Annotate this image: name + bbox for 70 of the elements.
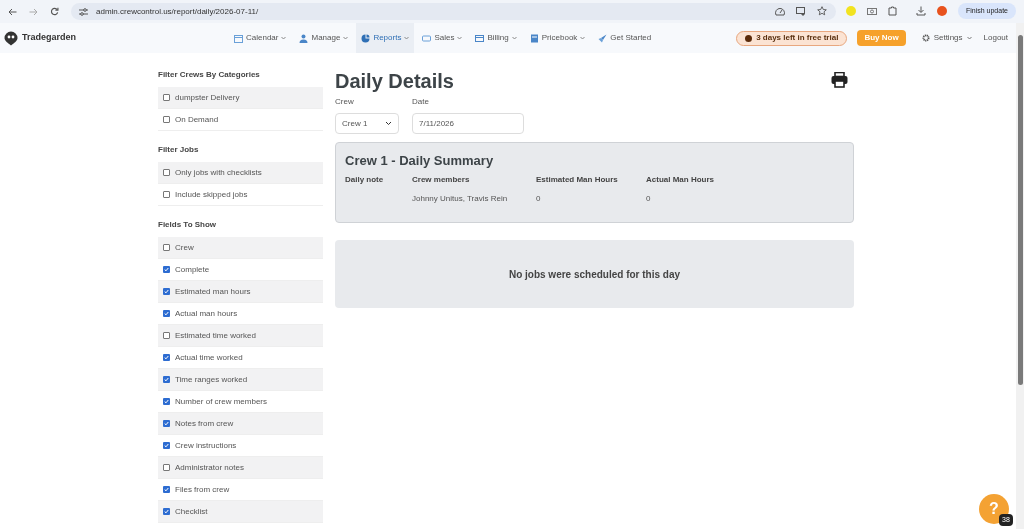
nav-item[interactable]: Calendar — [229, 23, 292, 53]
nav-item[interactable]: Get Started — [593, 23, 657, 53]
scrollbar-thumb[interactable] — [1017, 35, 1023, 385]
camera-icon[interactable] — [866, 7, 877, 15]
settings-menu[interactable]: Settings — [921, 32, 972, 44]
trial-text: 3 days left in free trial — [756, 32, 839, 44]
chevron-down-icon — [385, 121, 392, 126]
logo-icon[interactable] — [4, 30, 18, 46]
checkbox[interactable] — [163, 169, 170, 176]
clock-icon — [745, 34, 753, 42]
column-value: Johnny Unitus, Travis Rein — [412, 192, 509, 205]
column-header: Estimated Man Hours — [536, 173, 619, 186]
ticket-icon — [422, 33, 432, 43]
person-icon — [299, 33, 309, 43]
address-bar[interactable]: admin.crewcontrol.us/report/daily/2026-07-11/ — [71, 3, 836, 20]
book-icon — [529, 33, 539, 43]
filter-option[interactable]: Crew — [158, 237, 323, 259]
nav-item[interactable]: Manage — [294, 23, 354, 53]
column-value: 0 — [646, 192, 652, 205]
checkbox[interactable] — [163, 332, 170, 339]
nav-item[interactable]: Reports — [356, 23, 415, 53]
nav-item[interactable]: Sales — [417, 23, 468, 53]
column-header: Crew members — [412, 173, 471, 186]
filter-option[interactable]: dumpster Delivery — [158, 87, 323, 109]
checkbox[interactable] — [163, 116, 170, 123]
crew-select[interactable]: Crew 1 — [335, 113, 399, 134]
summary-title: Crew 1 - Daily Summary — [345, 152, 495, 170]
column-header: Daily note — [345, 173, 385, 186]
forward-icon[interactable] — [29, 7, 38, 16]
crew-label: Crew — [335, 96, 355, 108]
page-title: Daily Details — [335, 69, 454, 93]
filter-option[interactable]: Administrator notes — [158, 457, 323, 479]
brand-name[interactable]: Tradegarden — [22, 31, 77, 45]
nav-item[interactable]: Pricebook — [524, 23, 591, 53]
url-text: admin.crewcontrol.us/report/daily/2026-07-11/ — [96, 5, 259, 18]
filter-option[interactable]: Only jobs with checklists — [158, 162, 323, 184]
column-value: 0 — [536, 192, 542, 205]
filter-option[interactable]: Notes from crew — [158, 413, 323, 435]
print-icon[interactable] — [831, 72, 848, 88]
back-icon[interactable] — [8, 7, 17, 16]
card-icon — [475, 33, 485, 43]
pie-chart-icon — [361, 33, 371, 43]
nav-item[interactable]: Billing — [470, 23, 522, 53]
gauge-icon[interactable] — [774, 6, 785, 16]
checkbox[interactable] — [163, 94, 170, 101]
section-heading: Filter Crews By Categories — [158, 69, 261, 81]
column-header: Actual Man Hours — [646, 173, 715, 186]
section-heading: Fields To Show — [158, 219, 218, 231]
profile-avatar[interactable] — [936, 6, 947, 16]
filter-option[interactable]: Estimated man hours — [158, 281, 323, 303]
filter-option[interactable]: Checklist — [158, 501, 323, 523]
checkbox[interactable] — [163, 244, 170, 251]
rocket-icon — [598, 33, 608, 43]
section-heading: Filter Jobs — [158, 144, 200, 156]
gear-icon — [921, 34, 930, 42]
star-icon[interactable] — [816, 6, 827, 16]
caret-icon — [966, 36, 972, 40]
empty-message: No jobs were scheduled for this day — [508, 267, 681, 282]
date-label: Date — [412, 96, 430, 108]
filter-option[interactable]: Time ranges worked — [158, 369, 323, 391]
checkbox[interactable] — [163, 191, 170, 198]
site-settings-icon[interactable] — [79, 7, 88, 16]
date-field[interactable]: 7/11/2026 — [412, 113, 524, 134]
filter-option[interactable]: Estimated time worked — [158, 325, 323, 347]
trial-badge[interactable]: 3 days left in free trial — [736, 30, 848, 46]
checkbox[interactable] — [163, 464, 170, 471]
reload-icon[interactable] — [50, 7, 59, 16]
logout-link[interactable]: Logout — [983, 32, 1008, 44]
calendar-icon — [234, 33, 243, 43]
download-icon[interactable] — [915, 6, 926, 16]
